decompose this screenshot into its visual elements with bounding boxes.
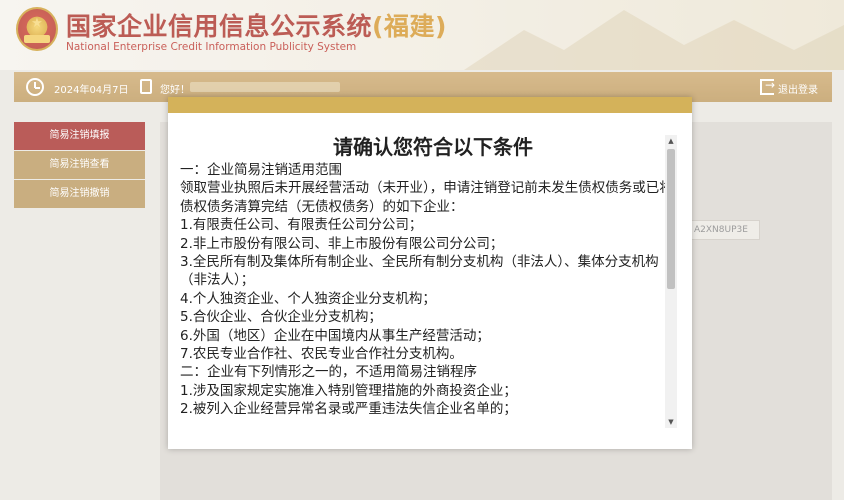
condition-line: 二：企业有下列情形之一的，不适用简易注销程序 [180, 364, 477, 381]
modal-scrollbar[interactable]: ▲ ▼ [665, 135, 677, 428]
modal-heading: 请确认您符合以下条件 [333, 135, 533, 159]
scroll-down-icon[interactable]: ▼ [665, 416, 677, 428]
modal-text: 一：企业简易注销适用范围 领取营业执照后未开展经营活动（未开业），申请注销登记前… [180, 161, 676, 419]
modal-body: 请确认您符合以下条件 一：企业简易注销适用范围 领取营业执照后未开展经营活动（未… [180, 133, 676, 429]
condition-line: 1.涉及国家规定实施准入特别管理措施的外商投资企业； [180, 382, 517, 399]
condition-line: 2.非上市股份有限公司、非上市股份有限公司分公司； [180, 235, 504, 252]
condition-line: 4.个人独资企业、个人独资企业分支机构； [180, 290, 436, 307]
condition-line: 2.被列入企业经营异常名录或严重违法失信企业名单的； [180, 401, 517, 418]
condition-line: 领取营业执照后未开展经营活动（未开业），申请注销登记前未发生债权债务或已将债权债… [180, 180, 673, 215]
condition-line: 6.外国（地区）企业在中国境内从事生产经营活动； [180, 327, 490, 344]
condition-line: 1.有限责任公司、有限责任公司分公司； [180, 217, 423, 234]
condition-line: 3.全民所有制及集体所有制企业、全民所有制分支机构（非法人）、集体分支机构（非法… [180, 254, 659, 289]
condition-line: 7.农民专业合作社、农民专业合作社分支机构。 [180, 346, 463, 363]
scroll-up-icon[interactable]: ▲ [665, 135, 677, 147]
condition-line: 5.合伙企业、合伙企业分支机构； [180, 309, 382, 326]
scroll-thumb[interactable] [667, 149, 675, 289]
condition-line: 一：企业简易注销适用范围 [180, 162, 342, 178]
conditions-modal: 请确认您符合以下条件 一：企业简易注销适用范围 领取营业执照后未开展经营活动（未… [168, 97, 692, 449]
modal-top-bar [168, 97, 692, 113]
